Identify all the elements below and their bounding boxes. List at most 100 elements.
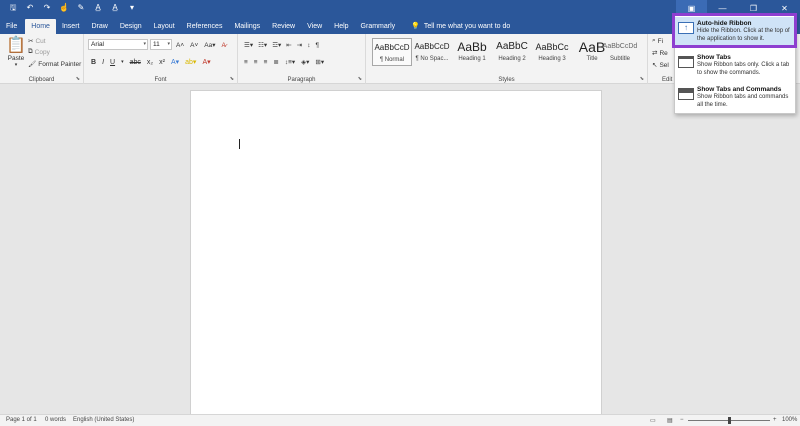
style-normal[interactable]: AaBbCcD ¶ Normal [372,38,412,66]
cut-label: Cut [35,37,46,45]
font-color-icon[interactable]: A▾ [202,58,210,66]
chevron-down-icon: ▾ [14,62,18,68]
chevron-down-icon[interactable]: ▾ [121,59,124,65]
replace-button[interactable]: ⇄ Re [652,49,668,58]
style-subtitle[interactable]: AaBbCcDd Subtitle [598,38,642,66]
multilevel-list-icon[interactable]: ☲▾ [272,41,281,49]
menu-item-description: Show Ribbon tabs only. Click a tab to sh… [697,62,790,76]
font-name-dropdown[interactable]: Arial ▾ [88,39,148,50]
increase-indent-icon[interactable]: ⇥ [297,41,302,49]
language-status[interactable]: English (United States) [73,417,134,423]
format-painter-icon[interactable]: ✎ [76,2,86,14]
style-no-spacing[interactable]: AaBbCcD ¶ No Spac... [412,38,452,66]
tab-help[interactable]: Help [328,19,354,34]
select-button[interactable]: ↖ Sel [652,61,669,70]
sort-icon[interactable]: ↕ [307,42,310,49]
underline-button[interactable]: U [110,59,115,66]
paintbrush-icon: 🖌 [28,61,37,68]
tab-draw[interactable]: Draw [85,19,113,34]
zoom-out-icon[interactable]: − [680,417,684,423]
style-heading-1[interactable]: AaBb Heading 1 [452,38,492,66]
grow-font-icon[interactable]: A˄ [176,42,184,49]
style-sample: AaBbCcDd [602,43,638,50]
strikethrough-button[interactable]: abc [130,59,141,66]
copy-button[interactable]: ⧉ Copy [28,48,50,56]
print-layout-icon[interactable]: ▤ [667,417,673,424]
style-name: Heading 1 [458,56,486,62]
italic-button[interactable]: I [102,59,104,66]
undo-icon[interactable]: ↶ [25,2,35,14]
cut-button[interactable]: ✂ Cut [28,37,46,46]
paragraph-top-row: ☰▾ ☷▾ ☲▾ ⇤ ⇥ ↕ ¶ [244,41,319,50]
subscript-button[interactable]: x₂ [147,59,153,66]
style-name: Heading 2 [498,56,526,62]
highlight-icon[interactable]: ab▾ [185,58,196,66]
align-right-icon[interactable]: ≡ [264,59,268,66]
zoom-slider-thumb[interactable] [727,417,731,424]
font-style-buttons: B I U ▾ abc x₂ x² A▾ ab▾ A▾ [91,58,211,67]
tell-me-text: Tell me what you want to do [423,23,511,30]
tab-design[interactable]: Design [114,19,148,34]
dialog-launcher-icon[interactable]: ⬊ [358,76,362,82]
menu-item-title: Show Tabs [697,54,731,61]
tab-file[interactable]: File [0,19,23,34]
scissors-icon: ✂ [28,38,34,45]
dialog-launcher-icon[interactable]: ⬊ [76,76,80,82]
menu-item-show-tabs[interactable]: Show Tabs Show Ribbon tabs only. Click a… [675,51,795,81]
styles-group: AaBbCcD ¶ Normal AaBbCcD ¶ No Spac... Aa… [366,34,648,84]
font-size-dropdown[interactable]: 11 ▾ [150,39,172,50]
style-sample: AaBbCcD [374,43,410,52]
paste-button[interactable]: 📋 Paste ▾ [6,37,26,68]
touch-mode-icon[interactable]: ☝ [59,2,69,14]
clear-formatting-icon[interactable]: A̷ [222,42,226,49]
clipboard-group: 📋 Paste ▾ ✂ Cut ⧉ Copy 🖌 Format Painter … [0,34,84,84]
style-sample: AaBbC [496,41,528,52]
superscript-button[interactable]: x² [159,59,165,66]
document-area[interactable] [0,84,800,420]
chevron-down-icon: ▾ [143,41,146,47]
align-center-icon[interactable]: ≡ [254,59,258,66]
document-page[interactable] [190,90,602,420]
customize-qat-icon[interactable]: ▾ [127,2,137,14]
redo-icon[interactable]: ↷ [42,2,52,14]
shrink-font-icon[interactable]: A˅ [190,42,198,49]
style-heading-3[interactable]: AaBbCc Heading 3 [532,38,572,66]
tab-home[interactable]: Home [25,19,56,34]
justify-icon[interactable]: ≣ [273,58,278,66]
tab-insert[interactable]: Insert [56,19,86,34]
tab-layout[interactable]: Layout [148,19,181,34]
line-spacing-icon[interactable]: ↕≡▾ [285,58,295,66]
menu-item-show-tabs-and-commands[interactable]: Show Tabs and Commands Show Ribbon tabs … [675,83,795,113]
text-caret [239,139,240,149]
shading-icon[interactable]: ◈▾ [301,58,309,66]
style-heading-2[interactable]: AaBbC Heading 2 [492,38,532,66]
tab-view[interactable]: View [301,19,328,34]
page-count[interactable]: Page 1 of 1 [6,417,37,423]
word-count[interactable]: 0 words [45,417,66,423]
change-case-icon[interactable]: Aa▾ [204,41,215,49]
borders-icon[interactable]: ⊞▾ [315,58,324,66]
search-icon: ⌕ [652,37,656,44]
find-button[interactable]: ⌕ Fi [652,37,663,45]
tab-mailings[interactable]: Mailings [228,19,266,34]
pilcrow-icon[interactable]: ¶ [315,42,319,49]
format-painter-button[interactable]: 🖌 Format Painter [28,60,81,69]
spelling-icon[interactable]: A̲ [93,2,103,14]
text-effects-icon[interactable]: A▾ [171,58,179,66]
align-left-icon[interactable]: ≡ [244,59,248,66]
zoom-level[interactable]: 100% [782,417,797,423]
zoom-in-icon[interactable]: + [773,417,777,423]
bullets-icon[interactable]: ☰▾ [244,41,253,49]
read-mode-icon[interactable]: ▭ [650,417,656,424]
dialog-launcher-icon[interactable]: ⬊ [640,76,644,82]
numbering-icon[interactable]: ☷▾ [258,41,267,49]
tell-me-search[interactable]: 💡 Tell me what you want to do [411,19,510,34]
decrease-indent-icon[interactable]: ⇤ [286,41,291,49]
save-icon[interactable]: 🖫 [8,2,18,14]
read-aloud-icon[interactable]: A̲ [110,2,120,14]
tab-references[interactable]: References [181,19,229,34]
bold-button[interactable]: B [91,59,96,66]
tab-review[interactable]: Review [266,19,301,34]
tab-grammarly[interactable]: Grammarly [355,19,402,34]
dialog-launcher-icon[interactable]: ⬊ [230,76,234,82]
